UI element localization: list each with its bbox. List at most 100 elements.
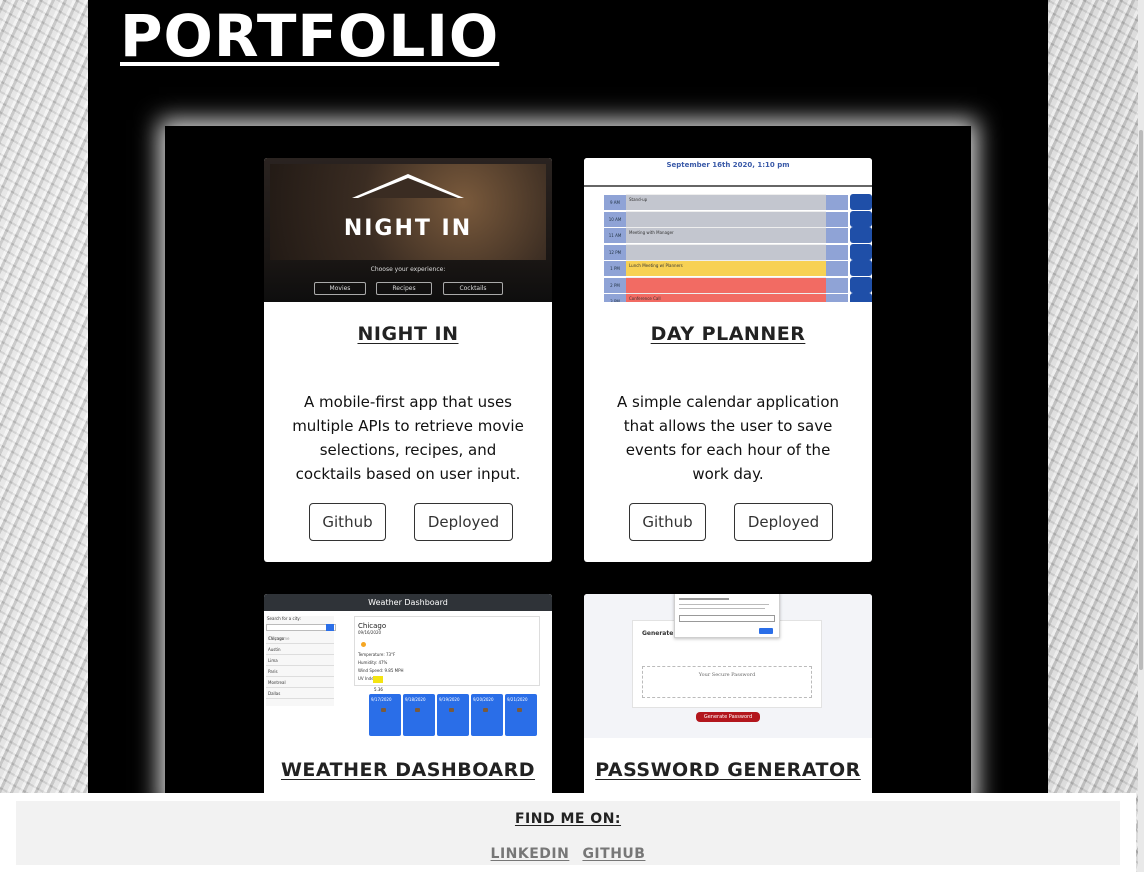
save-icon — [850, 243, 872, 260]
search-label: Search for a city: — [267, 616, 301, 621]
password-output: Your Secure Password — [642, 666, 812, 698]
projects-panel: NIGHT IN Choose your experience: Movies … — [165, 126, 971, 854]
planner-event — [626, 243, 826, 260]
page-scrollbar[interactable] — [1138, 0, 1144, 872]
github-button[interactable]: Github — [309, 503, 386, 541]
recipes-option: Recipes — [376, 282, 432, 295]
password-generator-thumbnail[interactable]: Generate a Password Your Secure Password… — [584, 594, 872, 738]
forecast-card: 9/19/2020 — [437, 694, 469, 736]
forecast-date: 9/20/2020 — [473, 697, 494, 702]
planner-date: September 16th 2020, 1:10 pm — [666, 161, 790, 169]
planner-event: Meeting with Manager — [626, 227, 826, 243]
forecast-date: 9/18/2020 — [405, 697, 426, 702]
planner-row: 10 AM — [604, 210, 872, 227]
planner-row: 1 PM Lunch Meeting w/ Planners — [604, 260, 872, 276]
night-in-thumbnail[interactable]: NIGHT IN Choose your experience: Movies … — [264, 158, 552, 302]
footer: FIND ME ON: LINKEDIN GITHUB — [0, 793, 1136, 872]
dialog-text-line — [679, 604, 769, 605]
save-icon — [850, 276, 872, 293]
lock-icon — [826, 293, 848, 302]
dialog-text-line — [679, 608, 765, 609]
weather-icon — [449, 708, 454, 712]
dialog-ok-button — [759, 628, 773, 634]
night-in-subtitle: Choose your experience: — [370, 266, 446, 273]
planner-row: 2 PM — [604, 276, 872, 293]
weather-icon — [415, 708, 420, 712]
lock-icon — [826, 243, 848, 260]
divider — [584, 185, 872, 187]
deployed-button[interactable]: Deployed — [414, 503, 513, 541]
planner-event: Stand-up — [626, 194, 826, 210]
cocktails-option: Cocktails — [443, 282, 503, 295]
sun-icon — [361, 642, 366, 647]
search-icon — [326, 624, 334, 631]
project-card-day-planner: September 16th 2020, 1:10 pm 9 AM Stand-u… — [584, 158, 872, 562]
uv-index-badge: 5.36 — [373, 676, 383, 692]
project-title[interactable]: PASSWORD GENERATOR — [584, 758, 872, 782]
scrollbar-thumb[interactable] — [1139, 130, 1143, 670]
forecast-date: 9/19/2020 — [439, 697, 460, 702]
planner-hour: 3 PM — [604, 293, 626, 302]
city-list-item: Austin — [266, 645, 334, 655]
forecast-date: 9/21/2020 — [507, 697, 528, 702]
planner-hour: 12 PM — [604, 243, 626, 260]
lock-icon — [826, 260, 848, 276]
project-title[interactable]: DAY PLANNER — [584, 322, 872, 346]
dialog-input — [679, 615, 775, 622]
planner-row: 12 PM — [604, 243, 872, 260]
linkedin-link[interactable]: LINKEDIN — [491, 846, 570, 862]
weather-icon — [381, 708, 386, 712]
prompt-dialog — [674, 594, 780, 638]
lock-icon — [826, 276, 848, 293]
project-title[interactable]: WEATHER DASHBOARD — [264, 758, 552, 782]
planner-hour: 1 PM — [604, 260, 626, 276]
planner-event: Conference Call — [626, 293, 826, 302]
forecast-card: 9/17/2020 — [369, 694, 401, 736]
forecast-card: 9/18/2020 — [403, 694, 435, 736]
planner-event — [626, 276, 826, 293]
uv-index-value: 5.36 — [374, 687, 383, 692]
deployed-button[interactable]: Deployed — [734, 503, 833, 541]
github-button[interactable]: Github — [629, 503, 706, 541]
night-in-logo: NIGHT IN — [343, 216, 473, 241]
save-icon — [850, 260, 872, 276]
planner-hour: 11 AM — [604, 227, 626, 243]
day-planner-thumbnail[interactable]: September 16th 2020, 1:10 pm 9 AM Stand-u… — [584, 158, 872, 302]
planner-row: 9 AM Stand-up — [604, 194, 872, 210]
github-link[interactable]: GITHUB — [582, 846, 645, 862]
city-list-item: Chicago — [266, 634, 334, 644]
city-list-item: Montreal — [266, 678, 334, 688]
lock-icon — [826, 227, 848, 243]
dialog-text-line — [679, 598, 729, 600]
project-description: A simple calendar application that allow… — [616, 393, 840, 483]
planner-row: 11 AM Meeting with Manager — [604, 227, 872, 243]
weather-stat: Wind Speed: 9.85 MPH — [358, 668, 404, 673]
city-list-item: Lima — [266, 656, 334, 666]
project-title[interactable]: NIGHT IN — [264, 322, 552, 346]
weather-stat: Humidity: 47% — [358, 660, 388, 665]
planner-event — [626, 210, 826, 227]
weather-dashboard-thumbnail[interactable]: Weather Dashboard Search for a city: Cit… — [264, 594, 552, 738]
planner-hour: 9 AM — [604, 194, 626, 210]
forecast-card: 9/21/2020 — [505, 694, 537, 736]
current-city: Chicago — [358, 622, 387, 630]
city-list-item: Paris — [266, 667, 334, 677]
weather-header: Weather Dashboard — [264, 594, 552, 611]
save-icon — [850, 293, 872, 302]
planner-row: 3 PM Conference Call — [604, 293, 872, 302]
city-list-item: Dallas — [266, 689, 334, 699]
planner-hour: 2 PM — [604, 276, 626, 293]
lock-icon — [826, 210, 848, 227]
forecast-card: 9/20/2020 — [471, 694, 503, 736]
movies-option: Movies — [314, 282, 366, 295]
project-description: A mobile-first app that uses multiple AP… — [292, 393, 524, 483]
footer-panel: FIND ME ON: LINKEDIN GITHUB — [16, 801, 1120, 865]
footer-links: LINKEDIN GITHUB — [16, 843, 1120, 862]
generate-password-button: Generate Password — [696, 712, 760, 722]
weather-stat: Temperature: 73°F — [358, 652, 396, 657]
lock-icon — [826, 194, 848, 210]
page-title: PORTFOLIO — [120, 2, 500, 70]
project-card-night-in: NIGHT IN Choose your experience: Movies … — [264, 158, 552, 562]
save-icon — [850, 227, 872, 243]
footer-heading: FIND ME ON: — [514, 811, 622, 827]
